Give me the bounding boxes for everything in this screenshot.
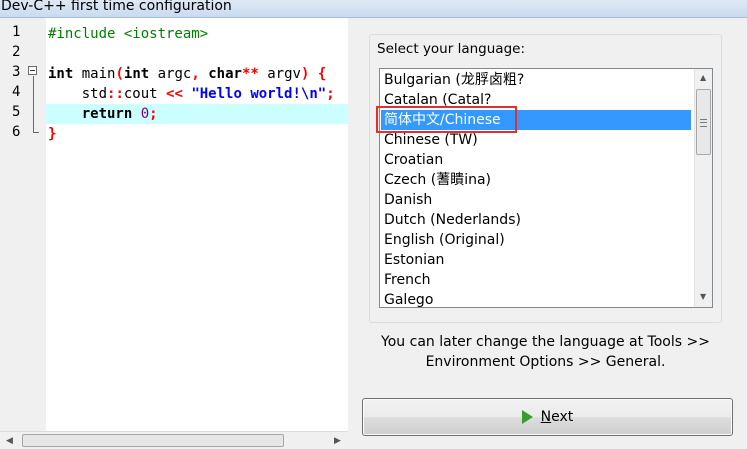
scroll-right-icon[interactable]: ▶ [334,436,341,446]
code-token: cout [123,86,167,102]
line-number: 1 [12,24,21,40]
code-token: int [123,66,150,82]
code-preview: 123456 #include <iostream> int main(int a… [0,18,348,431]
language-label: Select your language: [377,41,525,57]
scroll-down-icon[interactable]: ▼ [700,292,706,301]
code-token: "Hello world!\n" [191,86,327,102]
language-option[interactable]: Croatian [381,150,691,170]
language-option[interactable]: Estonian [381,250,691,270]
title-bar: Dev-C++ first time configuration [0,0,747,18]
fold-guide-end [33,132,39,133]
language-option[interactable]: Dutch (Nederlands) [381,210,691,230]
language-listbox[interactable]: Bulgarian (龙脬卤粗? Catalan (Catal? 简体中文/Chin… [379,68,713,308]
code-token: argc [149,66,192,82]
line-number: 6 [12,124,21,140]
next-arrow-icon [521,410,533,424]
code-token: , [191,66,200,82]
window-title: Dev-C++ first time configuration [1,0,232,14]
code-token: std [48,86,108,102]
scroll-left-icon[interactable]: ◀ [6,436,13,446]
code-token: } [48,126,57,142]
code-token: { [309,66,327,82]
code-line: } [48,124,56,144]
next-button-label: Next [540,409,574,425]
code-token: ; [326,86,335,102]
language-option[interactable]: English (Original) [381,230,691,250]
language-option[interactable]: Danish [381,190,691,210]
code-token: return [81,106,133,122]
line-number: 5 [12,104,21,120]
grip-icon [700,119,707,127]
language-option[interactable]: Czech (蓍瞶ina) [381,170,691,190]
language-option[interactable]: Bulgarian (龙脬卤粗? [381,70,691,90]
language-option[interactable]: Chinese (TW) [381,130,691,150]
fold-collapse-icon[interactable] [28,66,37,75]
code-token: argv [258,66,301,82]
scroll-up-icon[interactable]: ▲ [700,73,706,82]
selection-highlight-annotation [376,106,517,133]
editor-horizontal-scrollbar[interactable]: ◀ ▶ [0,431,348,449]
language-list-scrollbar[interactable]: ▲ ▼ [694,69,712,307]
code-line: return 0; [48,104,158,124]
language-change-note: You can later change the language at Too… [381,334,710,370]
code-token: ; [149,106,158,122]
code-token: main [73,66,116,82]
code-token: ( [115,66,124,82]
language-option[interactable]: Galego [381,290,691,307]
code-line: int main(int argc, char** argv) { [48,64,326,84]
scrollbar-thumb[interactable] [696,89,711,155]
scrollbar-thumb[interactable] [22,434,284,447]
code-token: #include <iostream> [48,26,209,42]
code-token: :: [107,86,124,102]
code-line: #include <iostream> [48,24,208,44]
code-token: << [166,86,183,102]
code-line: std::cout << "Hello world!\n"; [48,84,335,104]
line-number: 4 [12,84,21,100]
fold-guide [33,76,34,132]
next-button[interactable]: Next [362,398,733,436]
language-option[interactable]: French [381,270,691,290]
code-token: ** [241,66,259,82]
line-number: 2 [12,44,21,60]
code-token: 0 [140,106,150,122]
code-token: int [48,66,74,82]
code-token: char [208,66,242,82]
